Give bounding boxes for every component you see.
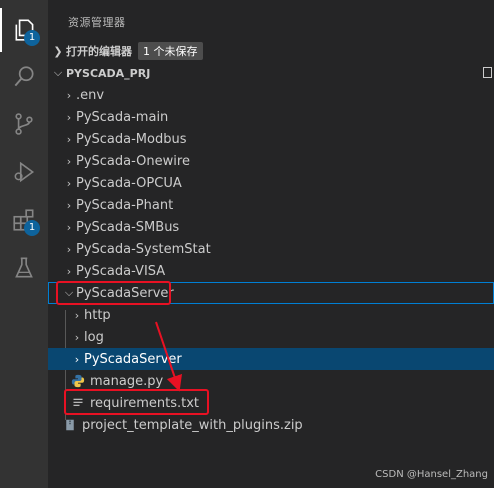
explorer-sidebar: 资源管理器 ❯ 打开的编辑器 1 个未保存 ⌵ PYSCADA_PRJ › .e… xyxy=(48,0,494,488)
tree-item-label: PyScada-Onewire xyxy=(76,153,190,169)
tree-item-label: PyScada-main xyxy=(76,109,169,125)
source-control-button[interactable] xyxy=(0,102,48,146)
search-icon xyxy=(14,66,34,87)
chevron-right-icon: › xyxy=(66,176,72,190)
tree-item-label: PyScada-Phant xyxy=(76,197,174,213)
chevron-right-icon: › xyxy=(74,308,80,322)
chevron-right-icon: › xyxy=(66,198,72,212)
chevron-right-icon: › xyxy=(66,154,72,168)
run-debug-icon xyxy=(14,161,35,183)
tree-item-pyscada-modbus[interactable]: › PyScada-Modbus xyxy=(48,128,494,150)
tree-item-label: PyScada-SystemStat xyxy=(76,241,211,257)
tree-item-label: http xyxy=(84,307,111,323)
tree-item-log[interactable]: › log xyxy=(48,326,494,348)
tree-item-http[interactable]: › http xyxy=(48,304,494,326)
workspace-label: PYSCADA_PRJ xyxy=(66,66,151,80)
chevron-right-icon: › xyxy=(74,330,80,344)
chevron-right-icon: › xyxy=(74,352,80,366)
run-debug-button[interactable] xyxy=(0,150,48,194)
zip-file-icon xyxy=(62,417,78,433)
tree-item-label: PyScadaServer xyxy=(76,285,174,301)
chevron-right-icon: ❯ xyxy=(53,44,63,58)
tree-item-pyscada-onewire[interactable]: › PyScada-Onewire xyxy=(48,150,494,172)
flask-icon xyxy=(15,257,33,278)
tree-item-project-template-zip[interactable]: project_template_with_plugins.zip xyxy=(48,414,494,436)
tree-item-pyscadaserver[interactable]: ⌵ PyScadaServer xyxy=(48,282,494,304)
extensions-badge: 1 xyxy=(24,220,40,236)
tree-item-label: PyScada-OPCUA xyxy=(76,175,182,191)
text-file-icon xyxy=(70,395,86,411)
tree-item-label: PyScadaServer xyxy=(84,351,182,367)
tree-item-pyscada-phant[interactable]: › PyScada-Phant xyxy=(48,194,494,216)
explorer-badge: 1 xyxy=(24,30,40,46)
tree-item-pyscada-smbus[interactable]: › PyScada-SMBus xyxy=(48,216,494,238)
activity-bar: 1 1 xyxy=(0,0,48,488)
unsaved-badge: 1 个未保存 xyxy=(138,42,203,60)
tree-item-pyscada-opcua[interactable]: › PyScada-OPCUA xyxy=(48,172,494,194)
python-file-icon xyxy=(70,373,86,389)
workspace-header[interactable]: ⌵ PYSCADA_PRJ xyxy=(48,62,494,84)
tree-item-label: project_template_with_plugins.zip xyxy=(82,417,303,433)
chevron-right-icon: › xyxy=(66,264,72,278)
watermark: CSDN @Hansel_Zhang xyxy=(375,469,488,480)
explorer-button[interactable]: 1 xyxy=(0,8,48,52)
tree-item-label: requirements.txt xyxy=(90,395,200,411)
testing-button[interactable] xyxy=(0,246,48,290)
chevron-right-icon: › xyxy=(66,88,72,102)
tree-item-label: PyScada-Modbus xyxy=(76,131,187,147)
chevron-right-icon: › xyxy=(66,110,72,124)
tree-item-pyscada-main[interactable]: › PyScada-main xyxy=(48,106,494,128)
tree-item-label: log xyxy=(84,329,104,345)
tree-item-requirements-txt[interactable]: requirements.txt xyxy=(48,392,494,414)
extensions-button[interactable]: 1 xyxy=(0,198,48,242)
tree-item-env[interactable]: › .env xyxy=(48,84,494,106)
new-file-icon[interactable] xyxy=(483,67,492,78)
tree-item-pyscada-visa[interactable]: › PyScada-VISA xyxy=(48,260,494,282)
search-button[interactable] xyxy=(0,55,48,99)
chevron-right-icon: › xyxy=(66,132,72,146)
chevron-down-icon: ⌵ xyxy=(64,286,74,299)
tree-item-manage-py[interactable]: manage.py xyxy=(48,370,494,392)
sidebar-title: 资源管理器 xyxy=(68,16,126,29)
tree-item-label: manage.py xyxy=(90,373,164,389)
tree-item-label: PyScada-SMBus xyxy=(76,219,180,235)
open-editors-label: 打开的编辑器 xyxy=(66,45,132,58)
tree-item-label: PyScada-VISA xyxy=(76,263,166,279)
source-control-icon xyxy=(15,113,33,135)
tree-item-label: .env xyxy=(76,87,105,103)
chevron-down-icon: ⌵ xyxy=(53,66,63,79)
tree-item-pyscada-systemstat[interactable]: › PyScada-SystemStat xyxy=(48,238,494,260)
chevron-right-icon: › xyxy=(66,220,72,234)
chevron-right-icon: › xyxy=(66,242,72,256)
open-editors-header[interactable]: ❯ 打开的编辑器 1 个未保存 xyxy=(48,40,494,62)
tree-item-pyscadaserver-sub[interactable]: › PyScadaServer xyxy=(48,348,494,370)
